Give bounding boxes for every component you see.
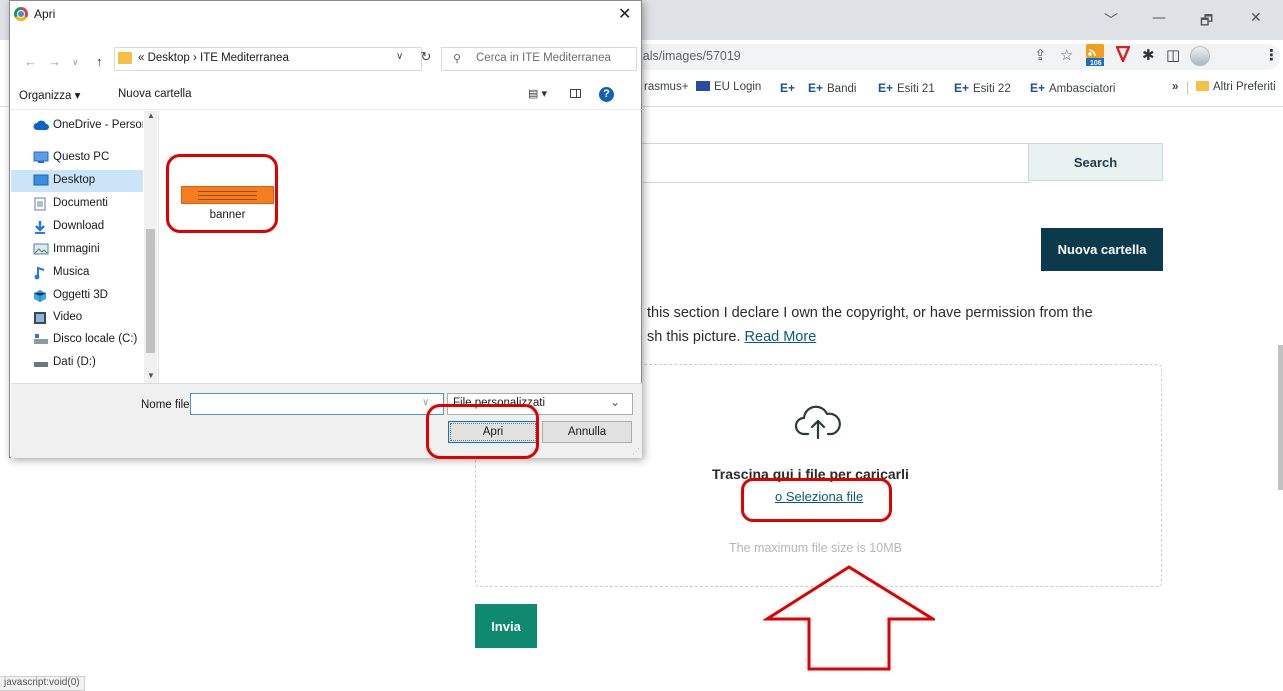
- eplus-icon: E+: [878, 81, 894, 95]
- bookmark-other-folder[interactable]: Altri Preferiti: [1196, 81, 1276, 93]
- music-icon: [33, 266, 48, 280]
- back-arrow-icon[interactable]: ←: [24, 54, 37, 69]
- search-icon: ⚲: [453, 53, 462, 65]
- new-folder-button[interactable]: Nuova cartella: [1041, 228, 1163, 271]
- nav-item-video[interactable]: Video: [11, 307, 143, 329]
- max-file-size-note: The maximum file size is 10MB: [729, 541, 902, 555]
- scroll-up-icon[interactable]: ▲: [147, 111, 155, 120]
- view-options-icon[interactable]: ▤ ▾: [528, 87, 547, 100]
- bookmarks-divider: [1187, 81, 1188, 95]
- nav-item-desktop[interactable]: Desktop: [11, 170, 143, 192]
- navigation-scrollbar-thumb[interactable]: [146, 229, 155, 353]
- objects3d-icon: [33, 289, 48, 302]
- menu-icon[interactable]: ⋮: [1264, 46, 1279, 64]
- filename-label: Nome file:: [141, 399, 193, 411]
- open-file-dialog: Apri ✕ ← → ∨ ↑ « Desktop › ITE Mediterra…: [9, 0, 642, 458]
- more-bookmarks-button[interactable]: »: [1172, 81, 1178, 93]
- page-scrollbar-thumb[interactable]: [1278, 345, 1283, 490]
- filename-dropdown-icon[interactable]: ∨: [422, 397, 429, 408]
- bookmark-eplus[interactable]: E+: [780, 81, 799, 95]
- chevron-down-icon: ⌄: [610, 395, 621, 409]
- folder-icon: [1196, 81, 1209, 91]
- send-button[interactable]: Invia: [475, 604, 537, 648]
- annotation-ring-select-file: [741, 478, 892, 522]
- eplus-icon: E+: [1030, 81, 1046, 95]
- read-more-link[interactable]: Read More: [745, 329, 817, 345]
- restore-icon[interactable]: 🗗: [1200, 10, 1213, 34]
- eu-flag-icon: [696, 81, 710, 91]
- bookmark-esiti-21[interactable]: E+ Esiti 21: [878, 81, 935, 95]
- forward-arrow-icon[interactable]: →: [48, 54, 61, 69]
- dialog-search-placeholder: Cerca in ITE Mediterranea: [476, 52, 611, 64]
- refresh-icon[interactable]: ↻: [414, 49, 438, 69]
- video-icon: [33, 311, 48, 324]
- rss-badge-count: 106: [1090, 60, 1102, 67]
- desktop-icon: [33, 174, 49, 187]
- dialog-title: Apri: [34, 7, 56, 21]
- star-icon[interactable]: ☆: [1060, 46, 1073, 64]
- nav-item-onedrive[interactable]: OneDrive - Persor: [11, 115, 143, 137]
- file-list: [160, 111, 641, 383]
- chrome-logo-icon: [14, 7, 28, 21]
- eplus-icon: E+: [780, 81, 796, 95]
- share-icon[interactable]: ⇪: [1034, 46, 1047, 64]
- tab-search-icon[interactable]: ﹀: [1104, 10, 1118, 30]
- window-close-icon[interactable]: ✕: [1250, 10, 1262, 26]
- disk-icon: [33, 333, 48, 346]
- puzzle-icon[interactable]: ✱: [1142, 46, 1155, 64]
- nav-item-disco-locale[interactable]: Disco locale (C:): [11, 329, 143, 351]
- bookmark-ambasciatori[interactable]: E+ Ambasciatori: [1030, 81, 1115, 95]
- bookmark-bandi[interactable]: E+ Bandi: [808, 81, 856, 95]
- recent-locations-icon[interactable]: ∨: [72, 57, 79, 68]
- up-arrow-icon[interactable]: ↑: [96, 54, 103, 69]
- documents-icon: [33, 197, 48, 211]
- copyright-declaration-line2: sh this picture. Read More: [647, 329, 817, 345]
- nav-item-documenti[interactable]: Documenti: [11, 193, 143, 215]
- dialog-toolbar: [11, 81, 642, 110]
- annotation-ring-banner-file: [166, 154, 278, 233]
- annotation-ring-open-button: [426, 404, 539, 459]
- nav-item-immagini[interactable]: Immagini: [11, 239, 143, 261]
- eplus-icon: E+: [954, 81, 970, 95]
- folder-icon: [118, 52, 132, 64]
- nav-item-oggetti-3d[interactable]: Oggetti 3D: [11, 285, 143, 307]
- filename-input[interactable]: [190, 393, 444, 415]
- search-button[interactable]: Search: [1028, 143, 1163, 181]
- dialog-new-folder-button[interactable]: Nuova cartella: [118, 88, 192, 100]
- copyright-declaration-line1: this section I declare I own the copyrig…: [647, 305, 1093, 321]
- path-dropdown-icon[interactable]: ∨: [396, 51, 403, 62]
- cancel-button[interactable]: Annulla: [542, 421, 632, 443]
- dialog-close-icon[interactable]: ✕: [618, 4, 631, 24]
- help-icon[interactable]: ?: [599, 87, 614, 102]
- minimize-icon[interactable]: —: [1152, 10, 1166, 26]
- bookmark-esiti-22[interactable]: E+ Esiti 22: [954, 81, 1011, 95]
- url-text[interactable]: ials/images/57019: [640, 49, 741, 63]
- pc-icon: [33, 151, 49, 164]
- path-breadcrumb[interactable]: « Desktop › ITE Mediterranea: [138, 52, 289, 64]
- eplus-icon: E+: [808, 81, 824, 95]
- nav-item-dati[interactable]: Dati (D:): [11, 352, 143, 374]
- scroll-down-icon[interactable]: ▼: [147, 371, 155, 380]
- annotation-up-arrow: [761, 565, 939, 675]
- profile-avatar[interactable]: [1190, 46, 1210, 66]
- shield-extension-icon[interactable]: [1115, 45, 1131, 66]
- drive-icon: [33, 356, 48, 369]
- sidepanel-icon[interactable]: ◫: [1166, 46, 1180, 64]
- nav-item-download[interactable]: Download: [11, 216, 143, 238]
- resize-grip-icon[interactable]: ⋰: [632, 447, 640, 456]
- search-input[interactable]: [600, 143, 1031, 183]
- preview-pane-icon[interactable]: [570, 89, 581, 98]
- organize-menu[interactable]: Organizza ▾: [19, 88, 80, 102]
- cloud-upload-icon: [794, 404, 842, 444]
- nav-item-musica[interactable]: Musica: [11, 262, 143, 284]
- bookmark-erasmus[interactable]: rasmus+: [644, 81, 688, 93]
- nav-item-questo-pc[interactable]: Questo PC: [11, 147, 143, 169]
- pictures-icon: [33, 243, 49, 256]
- onedrive-icon: [33, 119, 49, 132]
- download-icon: [33, 220, 48, 234]
- bookmark-eu-login[interactable]: EU Login: [696, 81, 761, 93]
